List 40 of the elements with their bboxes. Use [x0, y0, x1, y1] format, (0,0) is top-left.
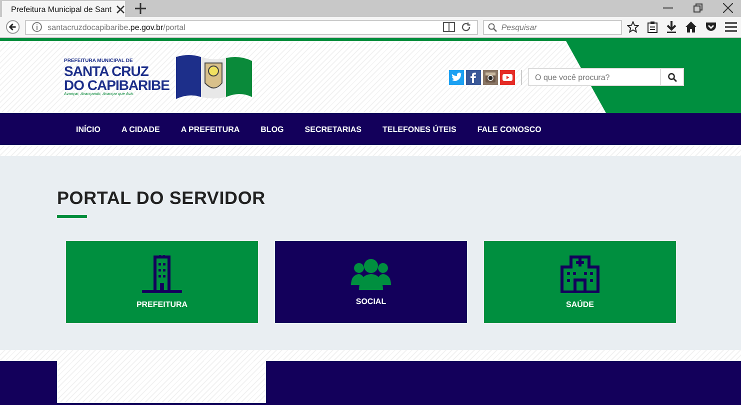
star-icon[interactable]	[627, 21, 639, 33]
logo-title: SANTA CRUZ	[64, 64, 150, 78]
title-underline	[57, 215, 87, 218]
building-icon	[142, 255, 182, 293]
reload-icon[interactable]	[461, 22, 472, 32]
nav-link[interactable]: INÍCIO	[76, 124, 100, 134]
building-card[interactable]: PREFEITURA	[66, 241, 258, 323]
info-icon	[32, 22, 42, 32]
bird-icon[interactable]	[449, 70, 464, 84]
play-icon[interactable]	[500, 70, 515, 84]
people-card[interactable]: SOCIAL	[275, 241, 467, 323]
restore-icon[interactable]	[693, 3, 703, 13]
nav-link[interactable]: SECRETARIAS	[304, 124, 362, 134]
logo-title: DO CAPIBARIBE	[64, 78, 170, 92]
download-icon[interactable]	[666, 21, 677, 33]
search-icon	[668, 72, 676, 82]
nav-link[interactable]: A CIDADE	[121, 124, 160, 134]
close-icon[interactable]	[116, 4, 124, 14]
clipboard-icon[interactable]	[647, 21, 658, 33]
menu-icon[interactable]	[725, 22, 737, 32]
section-title: PORTAL DO SERVIDOR	[57, 188, 266, 209]
hospital-icon	[560, 255, 600, 293]
browser-tab[interactable]: Prefeitura Municipal de Sant	[2, 1, 125, 17]
back-icon[interactable]	[6, 20, 20, 34]
nav-link[interactable]: FALE CONOSCO	[477, 124, 542, 134]
people-icon	[351, 258, 391, 290]
hospital-card[interactable]: SAÚDE	[484, 241, 676, 323]
nav-link[interactable]: A PREFEITURA	[180, 124, 240, 134]
search-box[interactable]: O que você procura?	[528, 68, 684, 86]
letter-f-icon[interactable]	[466, 70, 481, 84]
new-tab-icon[interactable]	[135, 3, 146, 14]
address-field[interactable]: santacruzdocapibaribe.pe.gov.br/portal	[24, 20, 478, 34]
nav-link[interactable]: TELEFONES ÚTEIS	[382, 124, 456, 134]
browser-search-box[interactable]: Pesquisar	[483, 20, 622, 34]
nav-link[interactable]: BLOG	[260, 124, 284, 134]
search-icon	[488, 22, 498, 32]
close-icon[interactable]	[723, 3, 733, 13]
home-icon[interactable]	[685, 21, 697, 33]
reader-view-icon[interactable]	[443, 22, 456, 32]
camera-icon[interactable]	[483, 70, 498, 84]
